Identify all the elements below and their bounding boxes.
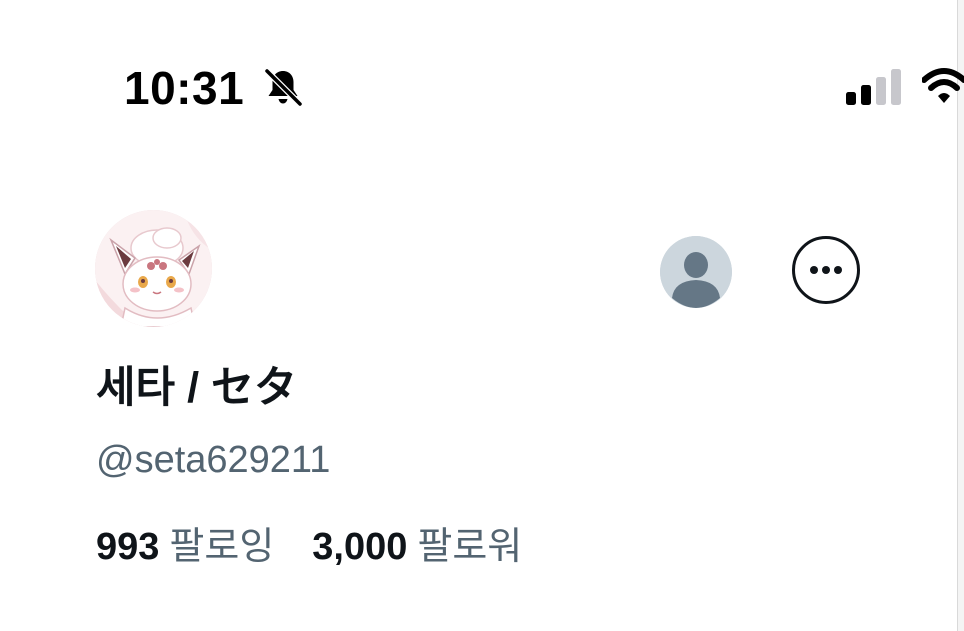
following-label: 팔로잉 [169,526,275,568]
followers-link[interactable]: 3,000 팔로워 [312,524,522,570]
bell-slash-icon [264,68,303,107]
followers-label: 팔로워 [417,526,523,568]
followers-count: 3,000 [312,526,408,568]
following-count: 993 [96,526,160,568]
more-options-icon [810,266,842,274]
status-bar-time: 10:31 [124,62,245,114]
profile-display-name: 세타 / セタ [96,364,297,412]
profile-avatar-illustration [95,210,212,327]
profile-avatar[interactable] [95,210,212,327]
profile-screen: 10:31 세타 / セタ @seta629211 993 팔로잉 3,000 … [0,0,964,631]
more-options-button[interactable] [792,236,860,304]
cellular-signal-icon [846,69,901,105]
profile-stats: 993 팔로잉 3,000 팔로워 [96,524,522,570]
profile-handle: @seta629211 [96,439,331,481]
default-avatar-icon [660,236,732,308]
following-link[interactable]: 993 팔로잉 [96,524,274,570]
wifi-icon [922,68,964,103]
default-avatar-button[interactable] [660,236,732,308]
